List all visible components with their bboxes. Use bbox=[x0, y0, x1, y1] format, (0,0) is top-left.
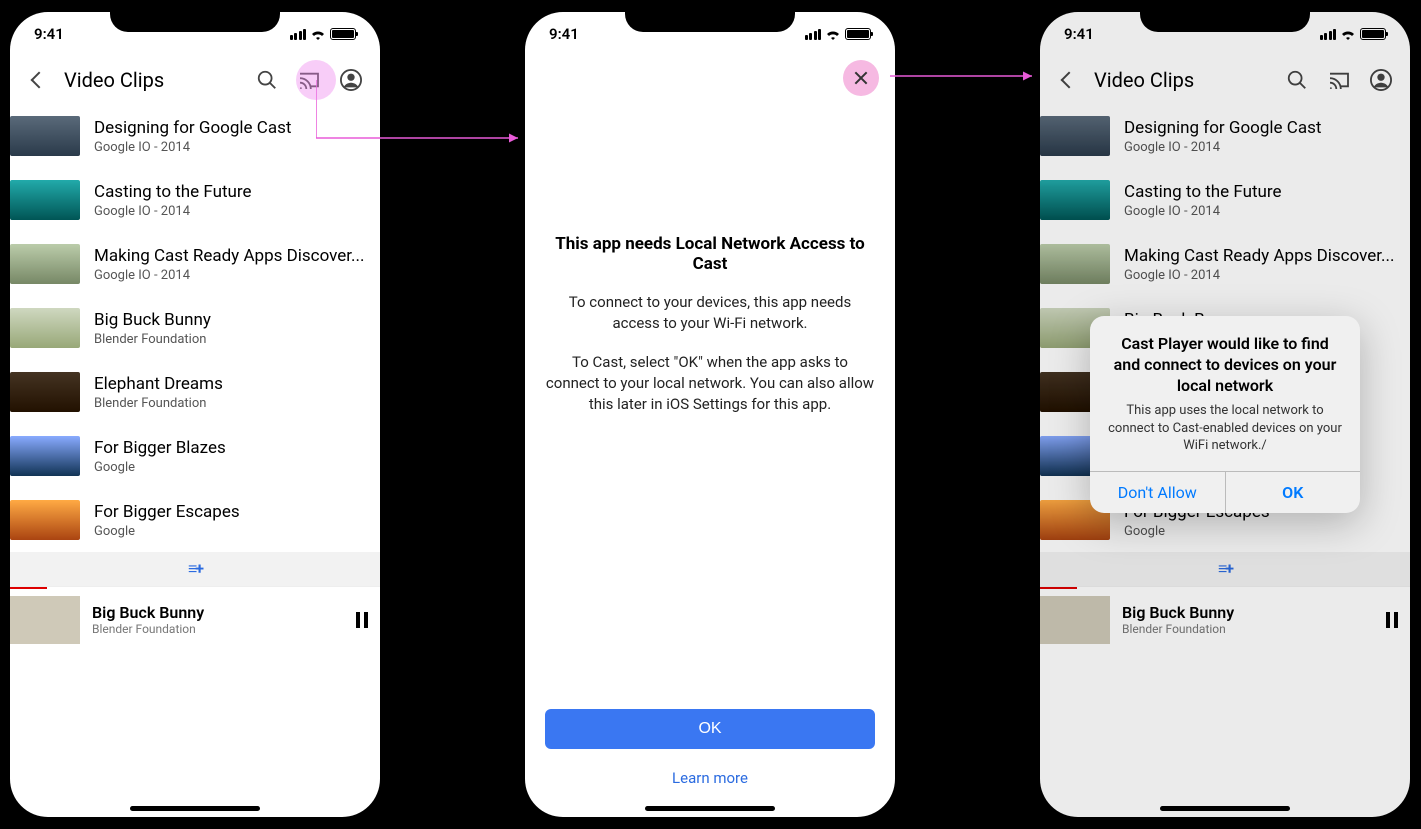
now-playing-bar[interactable]: Big Buck Bunny Blender Foundation bbox=[10, 586, 380, 652]
device-notch bbox=[625, 2, 795, 32]
local-network-alert: Cast Player would like to find and conne… bbox=[1090, 316, 1360, 513]
alert-title: Cast Player would like to find and conne… bbox=[1106, 334, 1344, 396]
video-thumbnail bbox=[10, 500, 80, 540]
list-item[interactable]: Designing for Google Cast Google IO - 201… bbox=[10, 104, 380, 168]
cellular-signal-icon bbox=[290, 29, 307, 40]
alert-dont-allow-button[interactable]: Don't Allow bbox=[1090, 472, 1225, 513]
cellular-signal-icon bbox=[805, 29, 822, 40]
video-subtitle: Google bbox=[94, 524, 368, 539]
highlight-cast-button bbox=[296, 60, 336, 100]
list-item[interactable]: Casting to the Future Google IO - 2014 bbox=[10, 168, 380, 232]
interstitial-body-2: To Cast, select "OK" when the app asks t… bbox=[545, 352, 875, 415]
close-button[interactable] bbox=[843, 60, 879, 96]
home-indicator bbox=[130, 806, 260, 811]
video-thumbnail bbox=[10, 372, 80, 412]
flow-arrow-2 bbox=[890, 70, 1040, 90]
video-thumbnail bbox=[10, 180, 80, 220]
screen-video-list: 9:41 Video Clips Designing for Google Ca… bbox=[10, 12, 380, 817]
queue-bar[interactable]: ≡+ bbox=[10, 552, 380, 586]
page-title: Video Clips bbox=[64, 68, 242, 92]
video-subtitle: Blender Foundation bbox=[94, 396, 368, 411]
video-title: Casting to the Future bbox=[94, 182, 368, 202]
phone-frame-1: 9:41 Video Clips Designing for Google Ca… bbox=[0, 2, 390, 827]
alert-ok-button[interactable]: OK bbox=[1225, 472, 1361, 513]
interstitial-body-1: To connect to your devices, this app nee… bbox=[545, 292, 875, 334]
home-indicator bbox=[1160, 806, 1290, 811]
status-time: 9:41 bbox=[549, 25, 579, 43]
local-network-interstitial: This app needs Local Network Access to C… bbox=[525, 56, 895, 817]
learn-more-link[interactable]: Learn more bbox=[545, 769, 875, 787]
chevron-left-icon bbox=[31, 72, 48, 89]
status-right bbox=[805, 28, 872, 40]
search-button[interactable] bbox=[250, 63, 284, 97]
screen-interstitial: 9:41 This app needs Local Network Access… bbox=[525, 12, 895, 817]
video-subtitle: Google IO - 2014 bbox=[94, 268, 368, 283]
video-subtitle: Google bbox=[94, 460, 368, 475]
interstitial-title: This app needs Local Network Access to C… bbox=[545, 234, 875, 274]
now-playing-subtitle: Blender Foundation bbox=[92, 622, 344, 636]
device-notch bbox=[1140, 2, 1310, 32]
home-indicator bbox=[645, 806, 775, 811]
phone-frame-2: 9:41 This app needs Local Network Access… bbox=[515, 2, 905, 827]
video-title: Making Cast Ready Apps Discover... bbox=[94, 246, 368, 266]
playlist-add-icon: ≡+ bbox=[188, 559, 202, 579]
search-icon bbox=[256, 69, 278, 91]
video-thumbnail bbox=[10, 308, 80, 348]
account-icon bbox=[340, 69, 362, 91]
video-thumbnail bbox=[10, 436, 80, 476]
pause-button[interactable] bbox=[356, 612, 368, 628]
video-subtitle: Blender Foundation bbox=[94, 332, 368, 347]
ok-button[interactable]: OK bbox=[545, 709, 875, 749]
wifi-icon bbox=[825, 28, 841, 40]
video-title: For Bigger Blazes bbox=[94, 438, 368, 458]
video-subtitle: Google IO - 2014 bbox=[94, 204, 368, 219]
back-button[interactable] bbox=[22, 63, 56, 97]
video-thumbnail bbox=[10, 244, 80, 284]
list-item[interactable]: Making Cast Ready Apps Discover... Google… bbox=[10, 232, 380, 296]
video-title: Big Buck Bunny bbox=[94, 310, 368, 330]
list-item[interactable]: Big Buck Bunny Blender Foundation bbox=[10, 296, 380, 360]
battery-icon bbox=[845, 28, 871, 40]
video-title: For Bigger Escapes bbox=[94, 502, 368, 522]
close-icon bbox=[853, 70, 869, 86]
list-item[interactable]: For Bigger Blazes Google bbox=[10, 424, 380, 488]
video-subtitle: Google IO - 2014 bbox=[94, 140, 368, 155]
video-title: Elephant Dreams bbox=[94, 374, 368, 394]
wifi-icon bbox=[310, 28, 326, 40]
status-right bbox=[290, 28, 357, 40]
screen-alert: 9:41 Video Clips Designing for Google Ca… bbox=[1040, 12, 1410, 817]
video-title: Designing for Google Cast bbox=[94, 118, 368, 138]
video-list: Designing for Google Cast Google IO - 201… bbox=[10, 104, 380, 552]
now-playing-title: Big Buck Bunny bbox=[92, 603, 344, 622]
alert-message: This app uses the local network to conne… bbox=[1106, 402, 1344, 455]
status-time: 9:41 bbox=[34, 25, 64, 43]
phone-frame-3: 9:41 Video Clips Designing for Google Ca… bbox=[1030, 2, 1420, 827]
account-button[interactable] bbox=[334, 63, 368, 97]
playback-progress bbox=[10, 587, 47, 589]
alert-backdrop: Cast Player would like to find and conne… bbox=[1040, 12, 1410, 817]
list-item[interactable]: Elephant Dreams Blender Foundation bbox=[10, 360, 380, 424]
device-notch bbox=[110, 2, 280, 32]
video-thumbnail bbox=[10, 116, 80, 156]
battery-icon bbox=[330, 28, 356, 40]
list-item[interactable]: For Bigger Escapes Google bbox=[10, 488, 380, 552]
now-playing-thumbnail bbox=[10, 596, 80, 644]
